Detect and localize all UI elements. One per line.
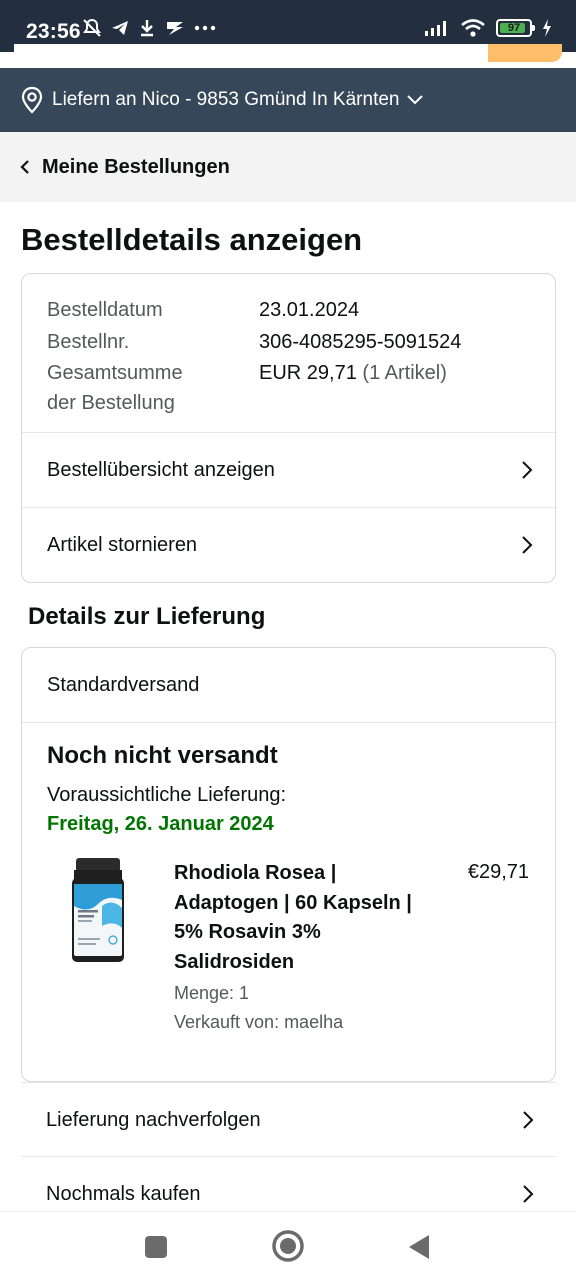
chevron-down-icon [407,95,424,105]
product-price: €29,71 [467,861,529,883]
order-total-value: EUR 29,71 (1 Artikel) [259,359,530,418]
order-summary-grid: Bestelldatum 23.01.2024 Bestellnr. 306-4… [22,274,555,418]
product-quantity: Menge: 1 [174,983,250,1003]
order-number-value: 306-4085295-5091524 [259,330,462,353]
battery-level: 97 [507,22,521,34]
order-total-items: (1 Artikel) [362,362,447,384]
delivery-section-title: Details zur Lieferung [28,603,266,630]
order-date-value: 23.01.2024 [259,299,360,321]
order-summary-card: Bestelldatum 23.01.2024 Bestellnr. 306-4… [21,273,556,583]
recents-icon[interactable] [144,1235,168,1259]
back-link-label: Meine Bestellungen [42,155,230,178]
product-seller: Verkauft von: maelha [174,1012,344,1032]
page-title: Bestelldetails anzeigen [21,222,363,257]
download-icon [141,20,153,37]
app-icon [167,22,183,35]
shipment-status: Noch nicht versandt [47,742,278,769]
delivery-location-bar[interactable]: Liefern an Nico - 9853 Gmünd In Kärnten [0,68,576,132]
buy-again-label: Nochmals kaufen [46,1182,201,1205]
status-icons-right: 97 [424,18,552,38]
delivery-details-card: Standardversand Noch nicht versandt Vora… [21,647,556,1082]
battery-icon: 97 [496,19,535,37]
wifi-icon [461,19,485,37]
search-button-edge[interactable] [488,44,562,62]
order-total-amount: EUR 29,71 [259,362,357,384]
telegram-icon [112,21,128,35]
back-icon[interactable] [407,1233,431,1261]
track-delivery-link[interactable]: Lieferung nachverfolgen [21,1082,556,1157]
home-icon[interactable] [271,1229,305,1263]
eta-date: Freitag, 26. Januar 2024 [47,813,274,835]
cancel-items-link[interactable]: Artikel stornieren [22,507,555,582]
chevron-right-icon [523,1111,534,1129]
order-total-label-line2: der Bestellung [47,391,175,414]
delivery-location-text: Liefern an Nico - 9853 Gmünd In Kärnten [52,89,400,110]
track-delivery-label: Lieferung nachverfolgen [46,1108,261,1131]
mute-icon [83,18,101,37]
order-overview-link[interactable]: Bestellübersicht anzeigen [22,432,555,507]
chevron-right-icon [523,1185,534,1203]
order-number-label: Bestellnr. [47,330,130,353]
search-bar-edge[interactable] [14,44,562,62]
order-total-label-line1: Gesamtsumme [47,362,183,384]
status-icons-left [82,18,216,38]
product-image[interactable] [68,858,128,964]
location-pin-icon [21,86,43,114]
status-time: 23:56 [26,20,81,43]
product-title[interactable]: Rhodiola Rosea | Adaptogen | 60 Kapseln … [174,859,414,977]
cancel-items-label: Artikel stornieren [47,533,198,556]
order-date-label: Bestelldatum [47,299,163,321]
order-total-label: Gesamtsumme der Bestellung [47,359,259,418]
back-to-orders[interactable]: Meine Bestellungen [0,132,576,202]
chevron-right-icon [522,461,533,479]
system-nav-bar [0,1211,576,1280]
eta-label: Voraussichtliche Lieferung: [47,784,287,806]
chevron-left-icon [20,160,29,174]
charging-icon [543,19,551,37]
shipping-method: Standardversand [22,648,555,723]
order-overview-label: Bestellübersicht anzeigen [47,458,275,481]
chevron-right-icon [522,536,533,554]
signal-icon [425,21,446,36]
more-icon [194,25,216,31]
